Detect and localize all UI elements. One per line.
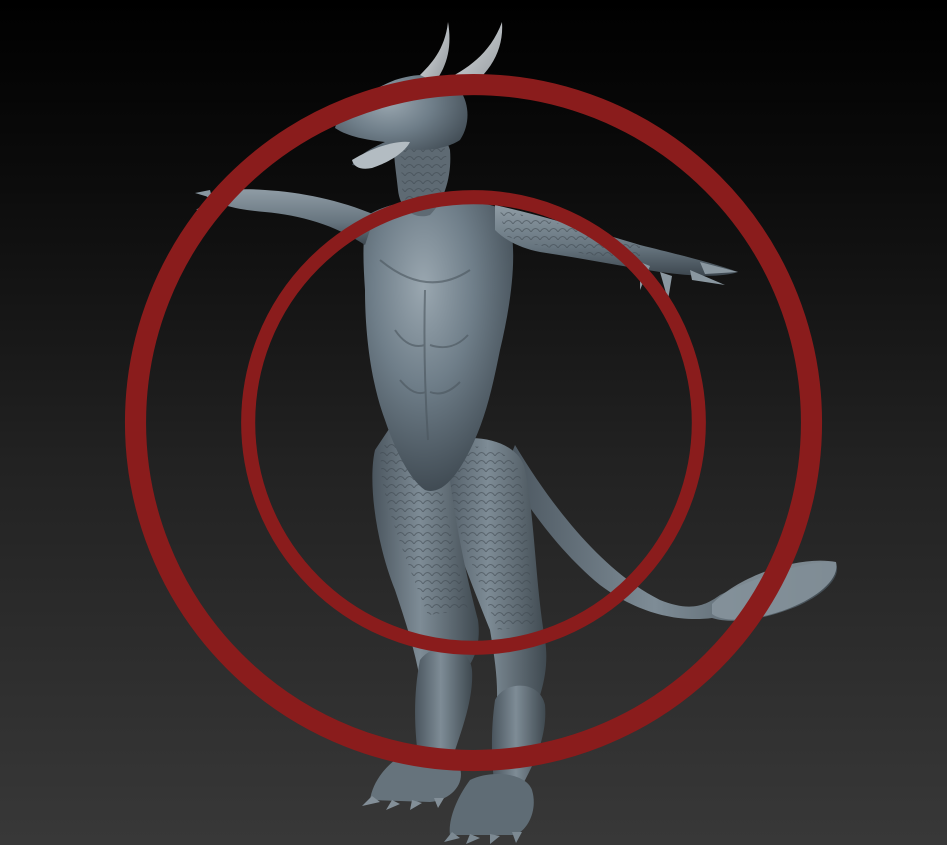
3d-viewport[interactable]	[0, 0, 947, 845]
axis-gizmo-icon[interactable]	[0, 0, 947, 845]
